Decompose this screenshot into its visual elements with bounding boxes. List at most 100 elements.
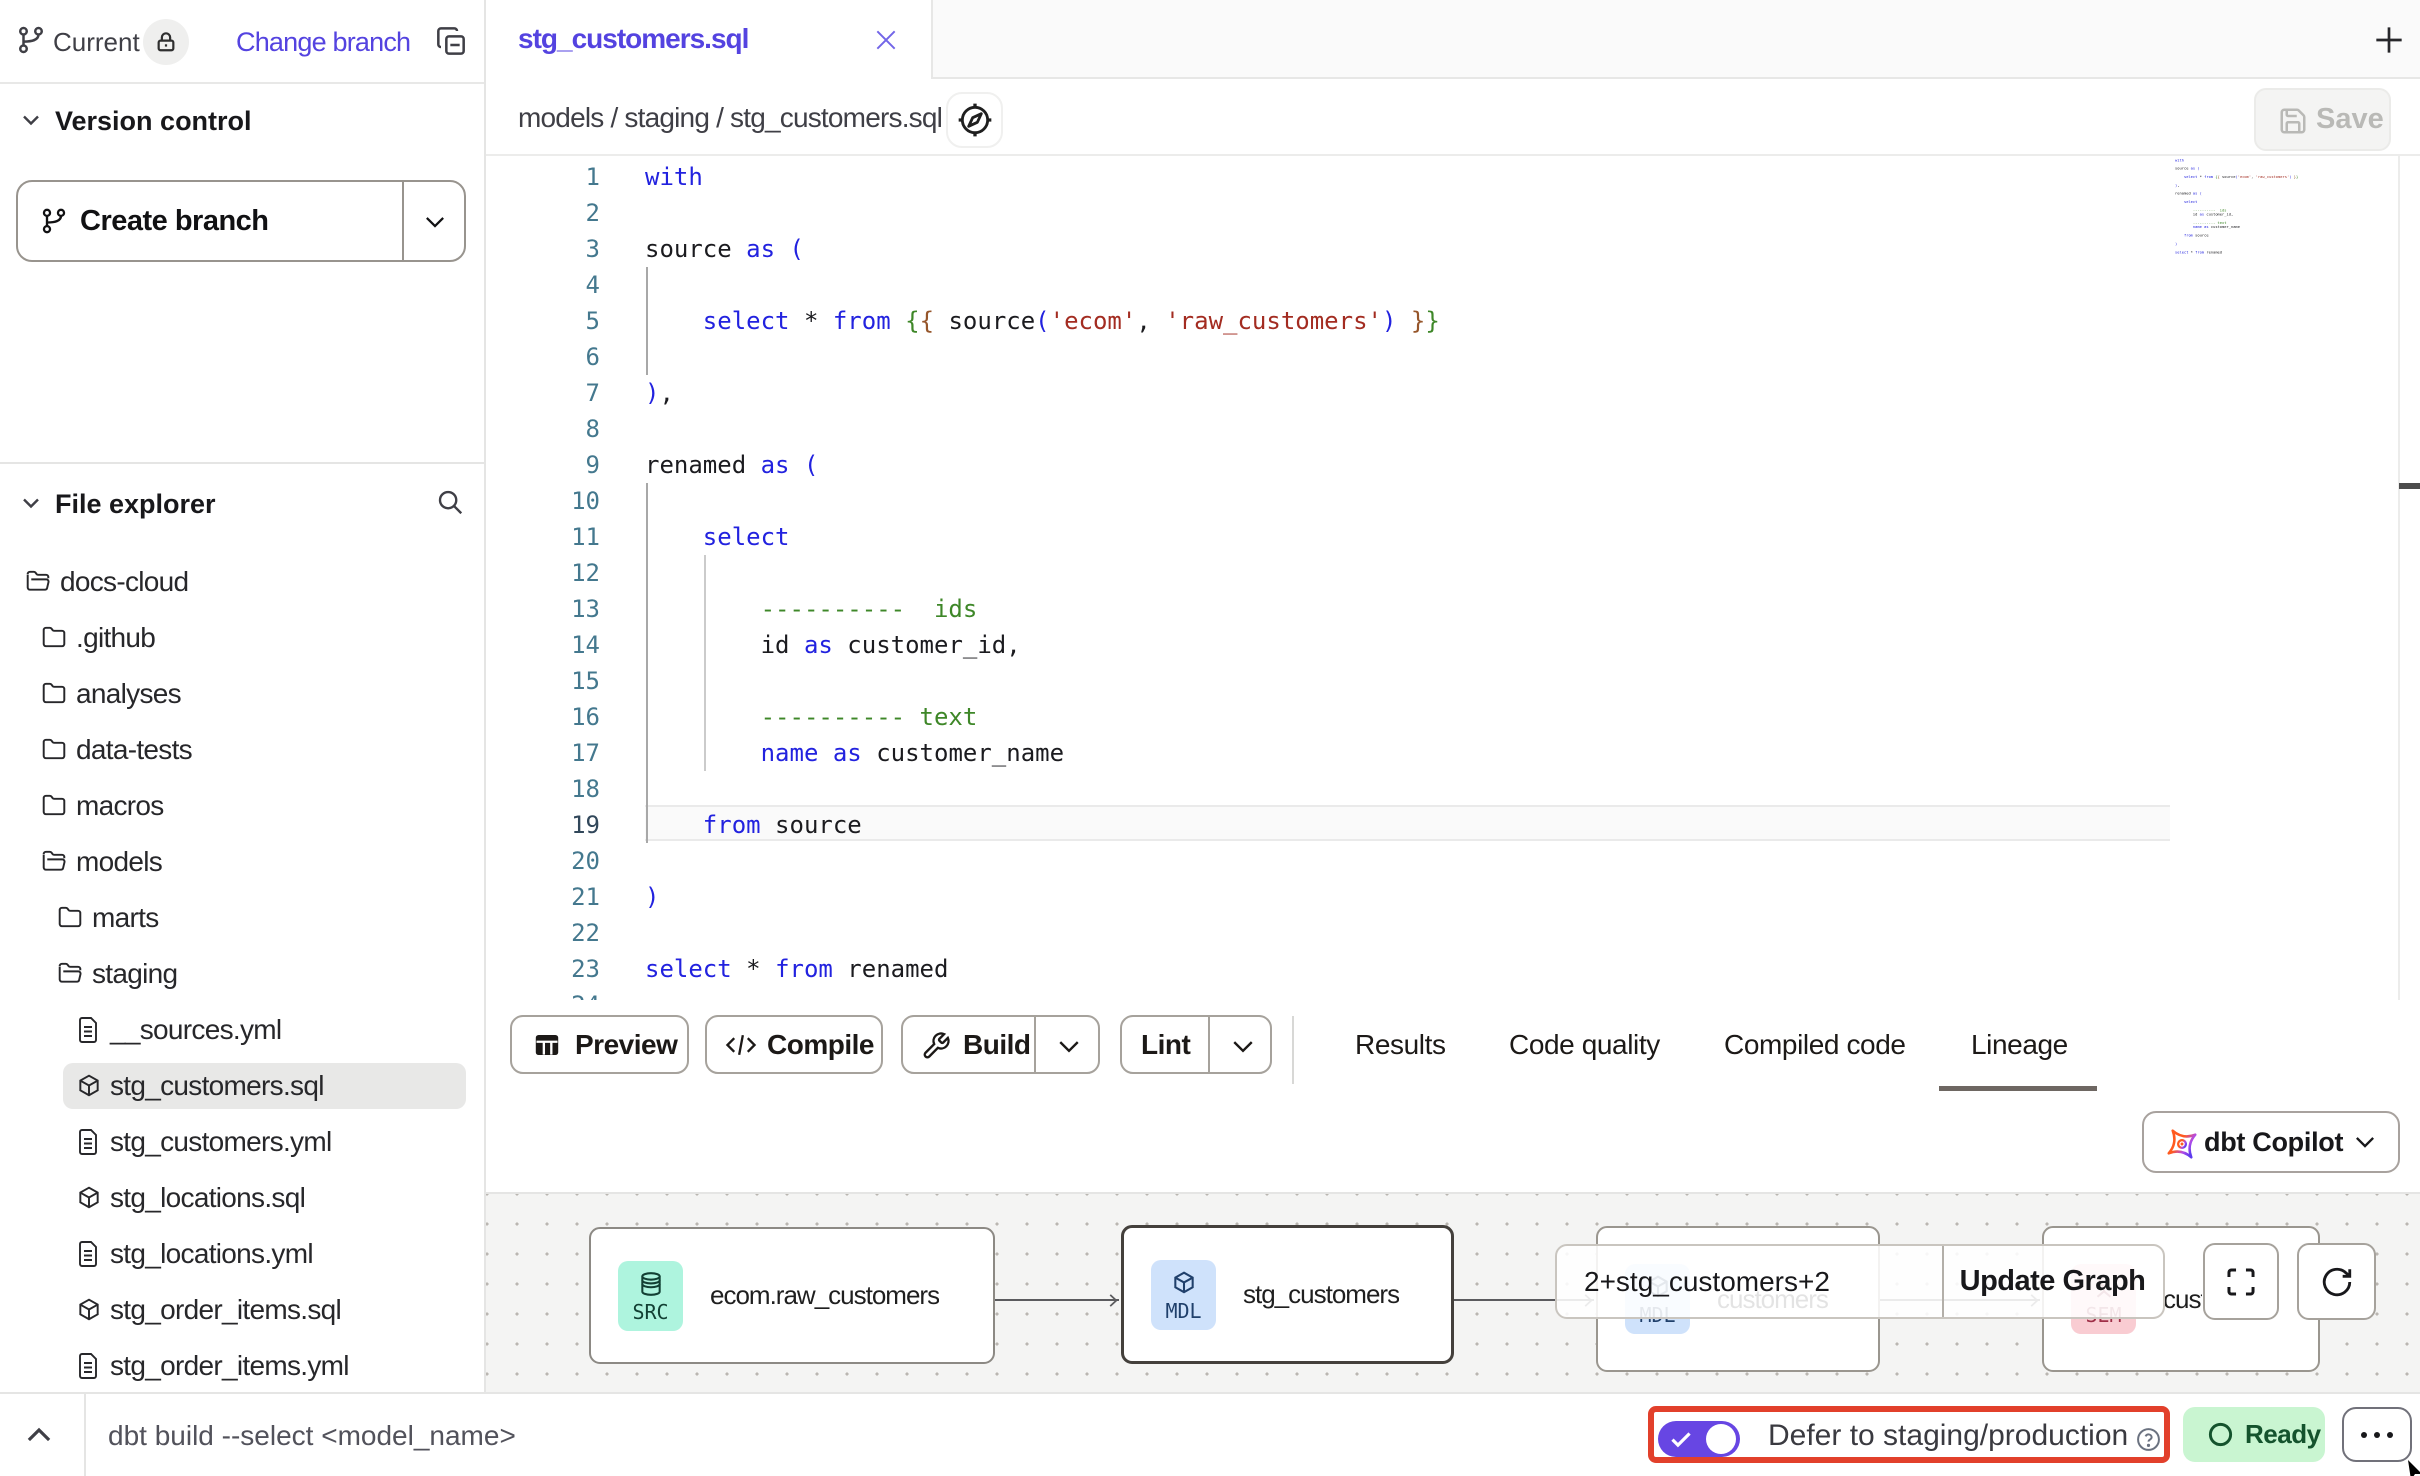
source-badge: SRC xyxy=(618,1261,683,1331)
file-explorer-header[interactable]: File explorer xyxy=(0,476,484,532)
main-area: stg_customers.sql models / staging / stg… xyxy=(486,0,2420,1476)
tree-item--github[interactable]: .github xyxy=(0,610,484,666)
new-tab-plus-icon[interactable] xyxy=(2370,21,2408,59)
lineage-node-source[interactable]: SRC ecom.raw_customers xyxy=(589,1227,995,1364)
copy-icon[interactable] xyxy=(435,24,467,58)
folder-icon xyxy=(40,792,68,818)
dbt-command-input[interactable]: dbt build --select <model_name> xyxy=(108,1394,516,1476)
more-options-button[interactable] xyxy=(2342,1407,2412,1462)
tree-item-label: stg_locations.sql xyxy=(110,1170,305,1226)
doc-icon xyxy=(76,1128,100,1156)
code-line-20: 20 xyxy=(486,843,2420,879)
table-icon xyxy=(532,1031,562,1059)
code-line-8: 8 xyxy=(486,411,2420,447)
tree-item-label: stg_order_items.sql xyxy=(110,1282,341,1338)
breadcrumb-row: models / staging / stg_customers.sql Sav… xyxy=(486,79,2420,156)
tab-compiled-code[interactable]: Compiled code xyxy=(1724,1000,1906,1090)
tree-item-marts[interactable]: marts xyxy=(0,890,484,946)
tree-item-label: stg_customers.yml xyxy=(110,1114,332,1170)
code-line-15: 15 xyxy=(486,663,2420,699)
tree-item-stg-locations-sql[interactable]: stg_locations.sql xyxy=(0,1170,484,1226)
tree-item-label: __sources.yml xyxy=(110,1002,281,1058)
build-dropdown[interactable] xyxy=(1057,1039,1081,1054)
cube-icon xyxy=(1171,1269,1197,1297)
chevron-down-icon xyxy=(2354,1135,2376,1149)
tree-item-stg-customers-sql[interactable]: stg_customers.sql xyxy=(0,1058,484,1114)
panel-header: Preview Compile Build Lint Results Code … xyxy=(486,1000,2420,1096)
branch-locked-badge xyxy=(143,19,189,65)
chevron-up-icon[interactable] xyxy=(26,1426,52,1444)
code-editor[interactable]: 1with23source as (45 select * from {{ so… xyxy=(486,156,2420,1000)
tree-item-analyses[interactable]: analyses xyxy=(0,666,484,722)
dbt-copilot-button[interactable]: dbt Copilot xyxy=(2142,1111,2400,1173)
doc-icon xyxy=(76,1240,100,1268)
tree-item-stg-locations-yml[interactable]: stg_locations.yml xyxy=(0,1226,484,1282)
breadcrumb: models / staging / stg_customers.sql xyxy=(518,79,942,156)
defer-label: Defer to staging/production xyxy=(1768,1394,2128,1476)
tree-item-label: docs-cloud xyxy=(60,554,188,610)
tree-item-stg-customers-yml[interactable]: stg_customers.yml xyxy=(0,1114,484,1170)
current-branch-label: Current xyxy=(53,0,140,84)
tree-item-stg-order-items-sql[interactable]: stg_order_items.sql xyxy=(0,1282,484,1338)
minimap[interactable]: withsource as ( select * from {{ source(… xyxy=(2175,158,2298,258)
defer-toggle[interactable] xyxy=(1658,1421,1740,1457)
preview-button[interactable]: Preview xyxy=(510,1015,689,1074)
search-icon[interactable] xyxy=(435,486,465,518)
database-icon xyxy=(638,1270,664,1298)
save-button[interactable]: Save xyxy=(2254,88,2391,151)
tab-lineage[interactable]: Lineage xyxy=(1971,1000,2068,1090)
cube-icon xyxy=(76,1296,102,1324)
tab-code-quality[interactable]: Code quality xyxy=(1509,1000,1660,1090)
tab-stg-customers-sql[interactable]: stg_customers.sql xyxy=(486,0,933,79)
tree-item--sources-yml[interactable]: __sources.yml xyxy=(0,1002,484,1058)
sidebar: Current Change branch Version control Cr… xyxy=(0,0,486,1392)
build-button[interactable]: Build xyxy=(901,1015,1100,1074)
compass-button[interactable] xyxy=(946,92,1003,148)
close-icon[interactable] xyxy=(873,27,899,53)
lint-dropdown[interactable] xyxy=(1231,1039,1255,1054)
model-badge: MDL xyxy=(1151,1260,1216,1330)
version-control-header[interactable]: Version control xyxy=(0,93,484,149)
folder-open-icon xyxy=(24,568,52,594)
code-line-6: 6 xyxy=(486,339,2420,375)
update-graph-button[interactable]: Update Graph xyxy=(1942,1246,2163,1317)
tree-item-label: stg_order_items.yml xyxy=(110,1338,349,1394)
help-icon[interactable] xyxy=(2136,1427,2161,1452)
active-tab-underline xyxy=(1939,1086,2097,1091)
tree-item-models[interactable]: models xyxy=(0,834,484,890)
tree-item-stg-order-items-yml[interactable]: stg_order_items.yml xyxy=(0,1338,484,1394)
lint-button[interactable]: Lint xyxy=(1120,1015,1272,1074)
lineage-node-stg-customers[interactable]: MDL stg_customers xyxy=(1121,1225,1454,1364)
ready-status-button[interactable]: Ready xyxy=(2183,1407,2325,1462)
tree-item-label: models xyxy=(76,834,162,890)
tree-item-data-tests[interactable]: data-tests xyxy=(0,722,484,778)
tree-item-label: stg_customers.sql xyxy=(110,1058,324,1114)
create-branch-dropdown[interactable] xyxy=(424,215,446,229)
refresh-icon xyxy=(2320,1265,2354,1299)
tree-item-docs-cloud[interactable]: docs-cloud xyxy=(0,554,484,610)
fullscreen-button[interactable] xyxy=(2203,1243,2279,1320)
lineage-toolbar-strip: dbt Copilot xyxy=(486,1096,2420,1192)
compile-button[interactable]: Compile xyxy=(705,1015,883,1074)
code-line-14: 14 id as customer_id, xyxy=(486,627,2420,663)
tree-item-macros[interactable]: macros xyxy=(0,778,484,834)
tab-results[interactable]: Results xyxy=(1355,1000,1446,1090)
change-branch-link[interactable]: Change branch xyxy=(236,0,410,84)
selector-input[interactable]: 2+stg_customers+2 xyxy=(1584,1246,1830,1317)
chevron-down-icon xyxy=(22,114,40,126)
lineage-graph[interactable]: SRC ecom.raw_customers MDL stg_customers… xyxy=(486,1192,2420,1392)
code-icon xyxy=(725,1031,757,1059)
code-line-11: 11 select xyxy=(486,519,2420,555)
code-line-2: 2 xyxy=(486,195,2420,231)
dbt-cloud-ide: Current Change branch Version control Cr… xyxy=(0,0,2420,1476)
wrench-icon xyxy=(921,1031,951,1061)
create-branch-button[interactable]: Create branch xyxy=(16,180,466,262)
code-line-7: 7), xyxy=(486,375,2420,411)
cube-icon xyxy=(76,1072,102,1100)
code-line-3: 3source as ( xyxy=(486,231,2420,267)
lock-icon xyxy=(155,30,177,54)
folder-icon xyxy=(40,624,68,650)
tree-item-staging[interactable]: staging xyxy=(0,946,484,1002)
scrollbar-marker[interactable] xyxy=(2399,483,2420,489)
refresh-button[interactable] xyxy=(2297,1243,2376,1320)
